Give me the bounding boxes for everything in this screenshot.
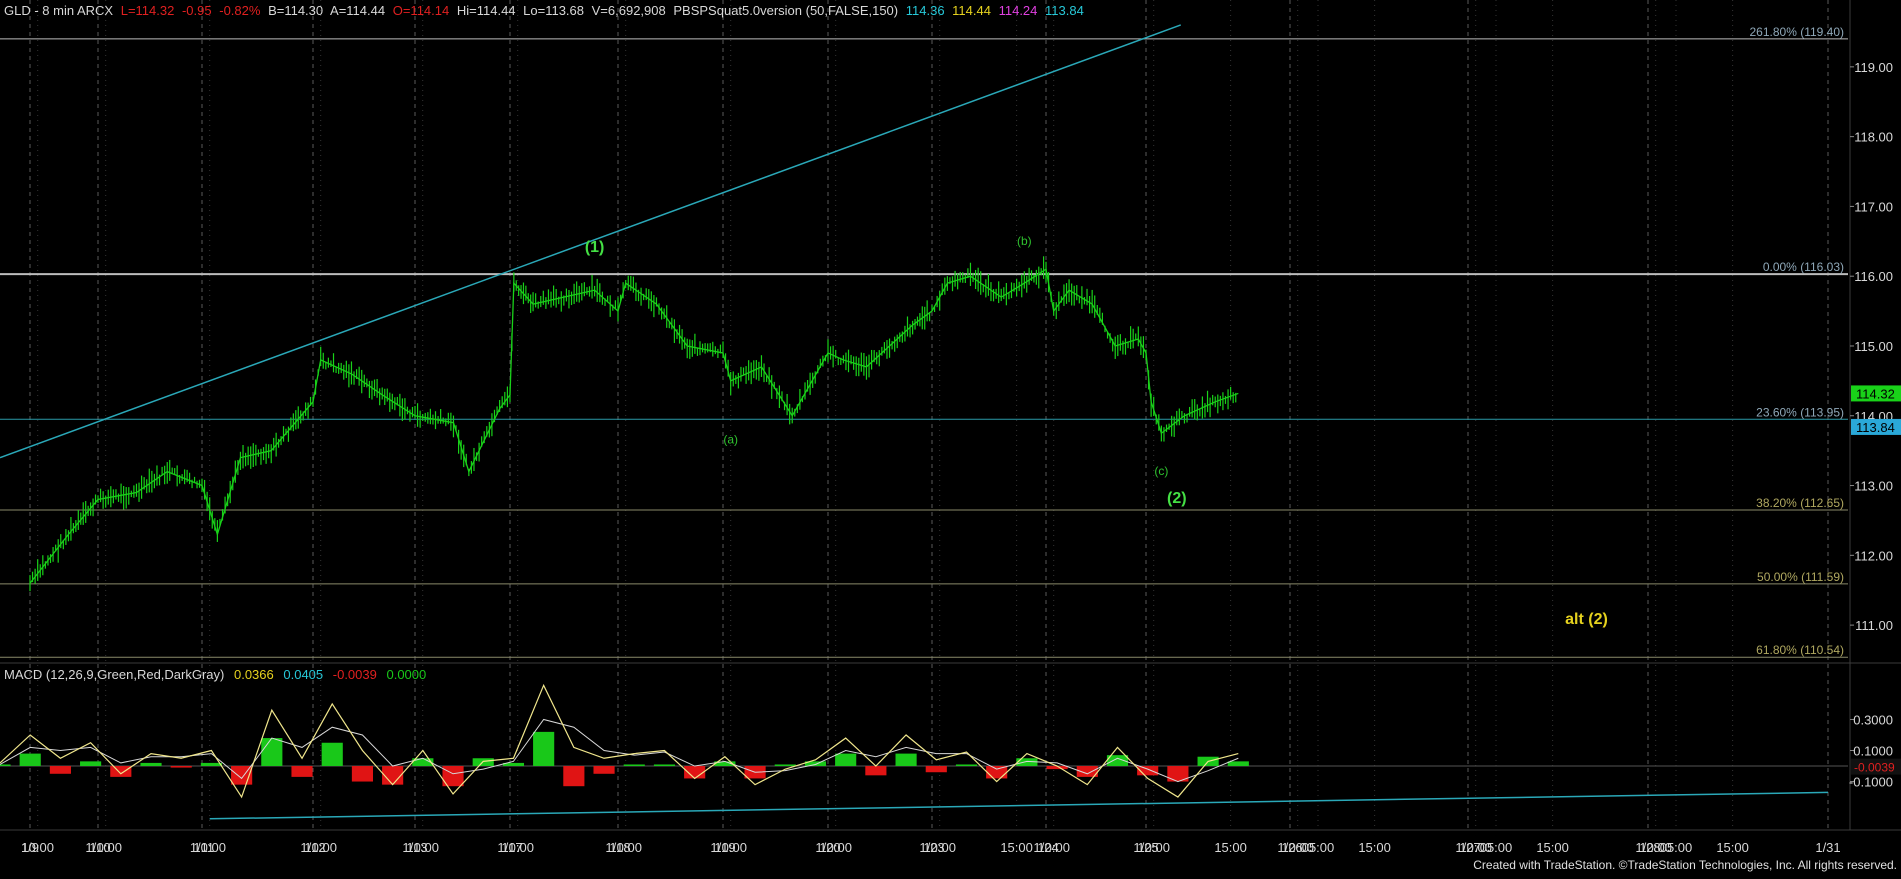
copyright-footer: Created with TradeStation. ©TradeStation… [1473, 858, 1897, 872]
macd-value-2: 0.0405 [283, 667, 324, 682]
x-tick-label: 15:00 [1716, 840, 1749, 855]
x-tick-label: 15:00 [1358, 840, 1391, 855]
fib-level-label: 50.00% (111.59) [1757, 570, 1844, 584]
macd-value-3: -0.0039 [332, 667, 377, 682]
macd-hist-bar [895, 753, 917, 767]
wave-label: (2) [1167, 490, 1187, 507]
header-bid: B=114.30 [268, 3, 324, 18]
macd-hist-bar [140, 762, 162, 767]
x-tick-label: 10:00 [609, 840, 642, 855]
header-open: O=114.14 [392, 3, 450, 18]
macd-hist-bar [261, 738, 283, 767]
header-last: L=114.32 [120, 3, 175, 18]
header-percent: -0.82% [219, 3, 261, 18]
x-tick-label: 10:00 [1459, 840, 1492, 855]
x-tick-label: 1/31 [1815, 840, 1840, 855]
macd-hist-bar [382, 766, 404, 785]
price-header: GLD - 8 min ARCX L=114.32 -0.95 -0.82% B… [4, 3, 1088, 18]
x-tick-label: 15:00 [1000, 840, 1033, 855]
macd-value-1: 0.0366 [233, 667, 274, 682]
y-tick-label: 118.00 [1854, 130, 1893, 145]
header-low: Lo=113.68 [523, 3, 585, 18]
alt-wave-label: alt (2) [1565, 611, 1608, 628]
x-tick-label: 10:00 [1639, 840, 1672, 855]
wave-label: (1) [585, 239, 605, 256]
wave-label: (b) [1017, 234, 1032, 248]
x-tick-label: 10:00 [21, 840, 54, 855]
x-tick-label: 10:00 [89, 840, 122, 855]
macd-y-tick-label: 0.1000 [1853, 744, 1893, 759]
header-indicator: PBSPSquat5.0version (50,FALSE,150) [673, 3, 899, 18]
macd-hist-bar [200, 762, 222, 767]
x-tick-label: 10:00 [193, 840, 226, 855]
header-volume: V=6,692,908 [591, 3, 666, 18]
macd-y-tick-label: 0.3000 [1853, 712, 1893, 727]
macd-hist-bar [170, 766, 192, 768]
macd-last-value-tag: -0.0039 [1854, 761, 1895, 775]
chart-root: 1/9 10:00 1/10 10:00 1/11 10:00 1/12 10:00 1/13 1… [0, 0, 1901, 874]
x-tick-label: 10:00 [819, 840, 852, 855]
x-tick-label: 10:00 [1281, 840, 1314, 855]
macd-label: MACD (12,26,9,Green,Red,DarkGray) [4, 667, 225, 682]
chart-canvas[interactable]: 1/910:00 1/1010:00 1/1110:00 1/1210:00 1/131… [0, 0, 1901, 874]
header-change: -0.95 [181, 3, 212, 18]
header-high: Hi=114.44 [456, 3, 516, 18]
macd-hist-bar [563, 766, 585, 787]
macd-hist-bar [321, 742, 343, 767]
wave-label: (c) [1154, 464, 1168, 478]
header-ind-value-4: 113.84 [1045, 3, 1084, 18]
x-tick-label: 10:00 [1137, 840, 1170, 855]
macd-header: MACD (12,26,9,Green,Red,DarkGray) 0.0366… [4, 667, 432, 682]
macd-hist-bar [291, 766, 313, 777]
macd-hist-bar [653, 764, 676, 767]
macd-hist-bar [865, 766, 887, 776]
fib-level-label: 261.80% (119.40) [1749, 25, 1844, 39]
header-ind-value-1: 114.36 [905, 3, 945, 18]
wave-label: (a) [723, 433, 738, 447]
x-tick-label: 10:00 [1037, 840, 1070, 855]
macd-hist-bar [774, 764, 796, 767]
y-tick-label: 116.00 [1854, 269, 1893, 284]
fib-level-label: 61.80% (110.54) [1756, 643, 1844, 657]
macd-hist-bar [1227, 761, 1249, 767]
y-tick-label: 113.00 [1854, 479, 1893, 494]
macd-value-4: 0.0000 [386, 667, 427, 682]
last-price-tag: 113.84 [1856, 420, 1895, 435]
header-ind-value-2: 114.44 [952, 3, 991, 18]
chart-background [0, 0, 1901, 874]
x-tick-label: 15:00 [1536, 840, 1569, 855]
header-symbol: GLD - 8 min ARCX [4, 3, 114, 18]
fib-level-label: 0.00% (116.03) [1763, 260, 1844, 274]
macd-hist-bar [533, 731, 555, 767]
macd-hist-bar [351, 766, 374, 782]
y-tick-label: 117.00 [1854, 199, 1893, 214]
macd-hist-bar [593, 766, 615, 774]
x-tick-label: 15:00 [1214, 840, 1247, 855]
macd-y-tick-label: -0.1000 [1849, 775, 1893, 790]
x-tick-label: 10:00 [406, 840, 439, 855]
macd-hist-bar [0, 764, 11, 767]
x-tick-label: 10:00 [923, 840, 956, 855]
y-tick-label: 111.00 [1855, 618, 1893, 633]
y-tick-label: 112.00 [1854, 548, 1893, 563]
macd-hist-bar [986, 766, 1008, 779]
fib-level-label: 38.20% (112.65) [1756, 496, 1844, 510]
x-tick-label: 10:00 [501, 840, 534, 855]
header-ask: A=114.44 [330, 3, 386, 18]
x-tick-label: 10:00 [304, 840, 337, 855]
macd-hist-bar [925, 766, 947, 773]
macd-hist-bar [49, 766, 71, 774]
header-ind-value-3: 114.24 [998, 3, 1038, 18]
last-price-tag: 114.32 [1856, 386, 1895, 401]
y-tick-label: 119.00 [1854, 60, 1893, 75]
fib-level-label: 23.60% (113.95) [1756, 405, 1844, 419]
macd-hist-bar [955, 764, 978, 767]
macd-hist-bar [835, 753, 857, 767]
macd-hist-bar [80, 761, 102, 767]
x-tick-label: 10:00 [714, 840, 747, 855]
macd-hist-bar [623, 764, 645, 767]
macd-hist-bar [110, 766, 132, 777]
y-tick-label: 115.00 [1854, 339, 1893, 354]
macd-hist-bar [19, 753, 41, 767]
